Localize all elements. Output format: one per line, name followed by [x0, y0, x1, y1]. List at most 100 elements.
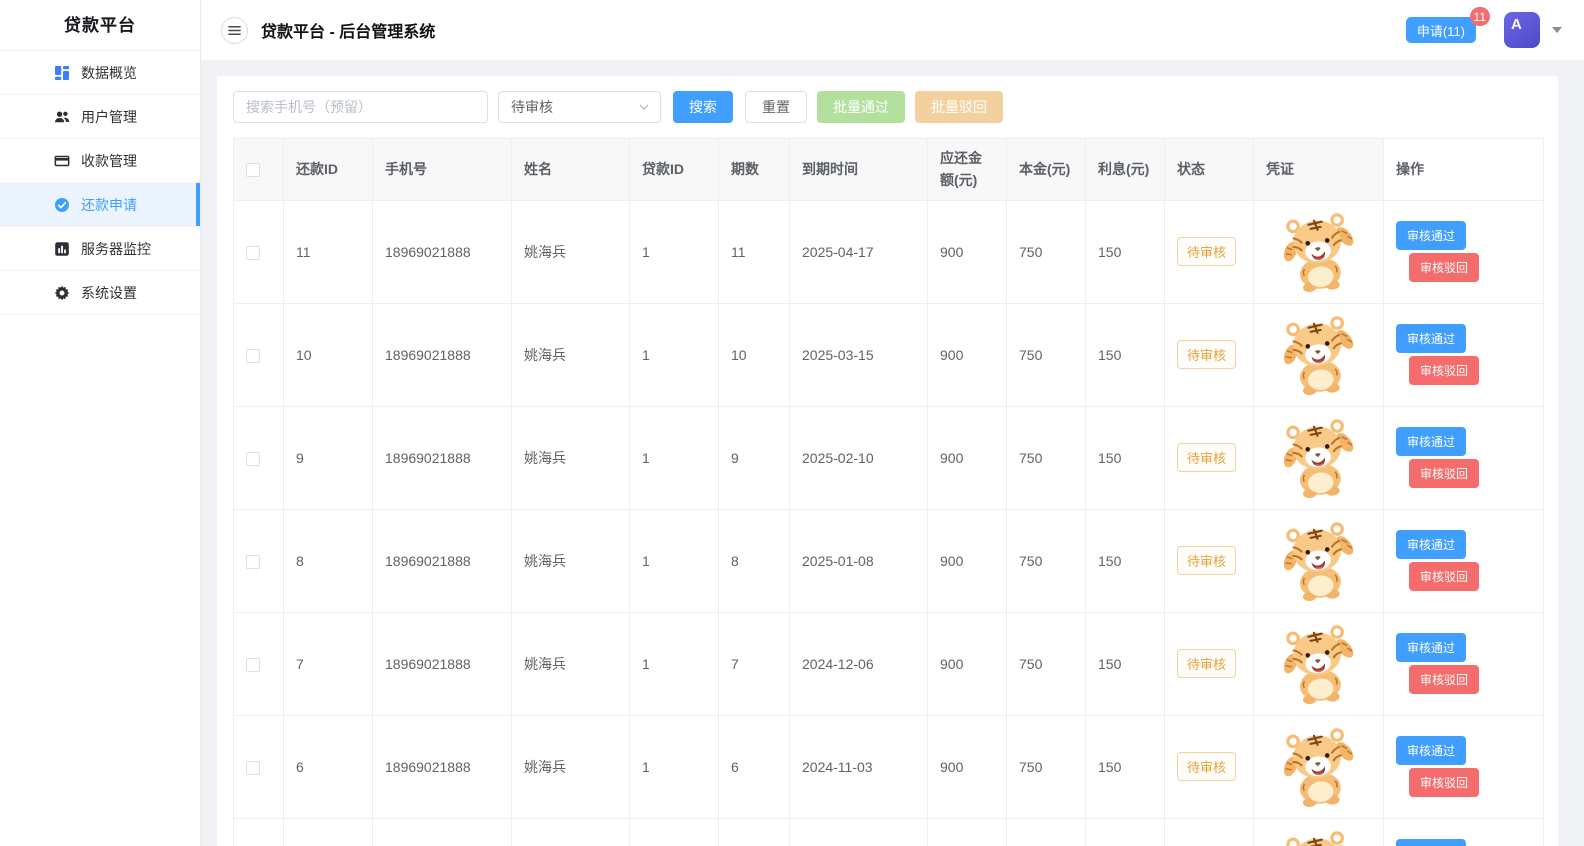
column-header: 操作	[1384, 139, 1544, 201]
approve-button[interactable]: 审核通过	[1396, 633, 1466, 662]
sidebar-item-5[interactable]: 服务器监控	[0, 227, 200, 271]
approve-button[interactable]: 审核通过	[1396, 427, 1466, 456]
sidebar-item-1[interactable]: 数据概览	[0, 51, 200, 95]
status-badge: 待审核	[1177, 443, 1236, 472]
filter-toolbar: 待审核 搜索 重置 批量通过 批量驳回	[233, 91, 1543, 123]
bank-card-icon	[54, 153, 70, 169]
voucher-tiger-image[interactable]	[1266, 724, 1371, 810]
cell-interest: 150	[1086, 715, 1165, 818]
cell-amount: 900	[928, 200, 1007, 303]
cell-principal: 750	[1007, 200, 1086, 303]
sidebar: 贷款平台 数据概览用户管理收款管理还款申请服务器监控系统设置	[0, 0, 201, 846]
status-filter-value: 待审核	[511, 97, 553, 117]
avatar[interactable]: A	[1504, 12, 1540, 48]
column-header: 状态	[1165, 139, 1254, 201]
reject-button[interactable]: 审核驳回	[1409, 253, 1479, 282]
status-badge: 待审核	[1177, 649, 1236, 678]
cell-actions: 审核通过审核驳回	[1384, 200, 1544, 303]
select-all-checkbox[interactable]	[246, 163, 260, 177]
status-badge: 待审核	[1177, 752, 1236, 781]
cell-voucher	[1254, 818, 1384, 846]
sidebar-item-3[interactable]: 收款管理	[0, 139, 200, 183]
reject-button[interactable]: 审核驳回	[1409, 356, 1479, 385]
cell-actions: 审核通过审核驳回	[1384, 303, 1544, 406]
sidebar-item-2[interactable]: 用户管理	[0, 95, 200, 139]
search-button[interactable]: 搜索	[673, 91, 733, 123]
cell-actions: 审核通过审核驳回	[1384, 818, 1544, 846]
column-header: 利息(元)	[1086, 139, 1165, 201]
cell-amount: 900	[928, 509, 1007, 612]
search-phone-input[interactable]	[233, 91, 488, 123]
sidebar-item-4[interactable]: 还款申请	[0, 183, 200, 227]
cell-repay-id: 6	[284, 715, 373, 818]
reset-button[interactable]: 重置	[745, 91, 807, 123]
batch-reject-button[interactable]: 批量驳回	[915, 91, 1003, 123]
cell-interest: 150	[1086, 509, 1165, 612]
reject-button[interactable]: 审核驳回	[1409, 459, 1479, 488]
approve-button[interactable]: 审核通过	[1396, 736, 1466, 765]
row-checkbox[interactable]	[246, 555, 260, 569]
notification-badge: 11	[1470, 7, 1490, 26]
menu-toggle-button[interactable]	[221, 17, 248, 44]
batch-approve-button[interactable]: 批量通过	[817, 91, 905, 123]
cell-principal: 750	[1007, 509, 1086, 612]
approve-button[interactable]: 审核通过	[1396, 221, 1466, 250]
status-badge: 待审核	[1177, 340, 1236, 369]
reject-button[interactable]: 审核驳回	[1409, 562, 1479, 591]
cell-interest	[1086, 818, 1165, 846]
row-checkbox[interactable]	[246, 658, 260, 672]
cell-actions: 审核通过审核驳回	[1384, 715, 1544, 818]
cell-loan-id: 1	[630, 509, 719, 612]
cell-repay-id: 8	[284, 509, 373, 612]
cell-name: 姚海兵	[512, 715, 630, 818]
cell-voucher	[1254, 612, 1384, 715]
cell-phone: 18969021888	[373, 406, 512, 509]
apply-button[interactable]: 申请(11)	[1406, 17, 1476, 43]
voucher-tiger-image[interactable]	[1266, 415, 1371, 501]
column-header: 贷款ID	[630, 139, 719, 201]
cell-status: 待审核	[1165, 509, 1254, 612]
row-checkbox[interactable]	[246, 246, 260, 260]
voucher-tiger-image[interactable]	[1266, 209, 1371, 295]
sidebar-item-6[interactable]: 系统设置	[0, 271, 200, 315]
voucher-tiger-image[interactable]	[1266, 621, 1371, 707]
cell-period	[719, 818, 790, 846]
sidebar-item-label: 用户管理	[81, 107, 137, 127]
cell-phone	[373, 818, 512, 846]
status-filter-select[interactable]: 待审核	[498, 91, 661, 123]
cell-due-date: 2024-11-03	[790, 715, 928, 818]
row-checkbox[interactable]	[246, 761, 260, 775]
table-row: 718969021888姚海兵172024-12-06900750150待审核审…	[234, 612, 1544, 715]
cell-due-date: 2025-01-08	[790, 509, 928, 612]
cell-repay-id: 10	[284, 303, 373, 406]
reject-button[interactable]: 审核驳回	[1409, 665, 1479, 694]
column-header: 姓名	[512, 139, 630, 201]
approve-button[interactable]: 审核通过	[1396, 530, 1466, 559]
column-header: 到期时间	[790, 139, 928, 201]
cell-amount	[928, 818, 1007, 846]
cell-interest: 150	[1086, 612, 1165, 715]
approve-button[interactable]: 审核通过	[1396, 839, 1466, 846]
voucher-tiger-image[interactable]	[1266, 312, 1371, 398]
approve-button[interactable]: 审核通过	[1396, 324, 1466, 353]
row-checkbox[interactable]	[246, 452, 260, 466]
cell-phone: 18969021888	[373, 509, 512, 612]
row-checkbox[interactable]	[246, 349, 260, 363]
voucher-tiger-image[interactable]	[1266, 827, 1371, 846]
column-header: 本金(元)	[1007, 139, 1086, 201]
cell-voucher	[1254, 715, 1384, 818]
topbar-right: 申请(11) 11 A	[1406, 12, 1562, 48]
hamburger-icon	[228, 24, 241, 37]
status-badge: 待审核	[1177, 237, 1236, 266]
reject-button[interactable]: 审核驳回	[1409, 768, 1479, 797]
cell-period: 7	[719, 612, 790, 715]
cell-repay-id: 9	[284, 406, 373, 509]
voucher-tiger-image[interactable]	[1266, 518, 1371, 604]
content-area: 待审核 搜索 重置 批量通过 批量驳回 还款ID手机号姓名贷款ID期数到期时间应…	[201, 60, 1584, 846]
chevron-down-icon[interactable]	[1552, 27, 1562, 33]
cell-amount: 900	[928, 612, 1007, 715]
table-row: 918969021888姚海兵192025-02-10900750150待审核审…	[234, 406, 1544, 509]
cell-period: 6	[719, 715, 790, 818]
sidebar-item-label: 收款管理	[81, 151, 137, 171]
cell-loan-id: 1	[630, 303, 719, 406]
